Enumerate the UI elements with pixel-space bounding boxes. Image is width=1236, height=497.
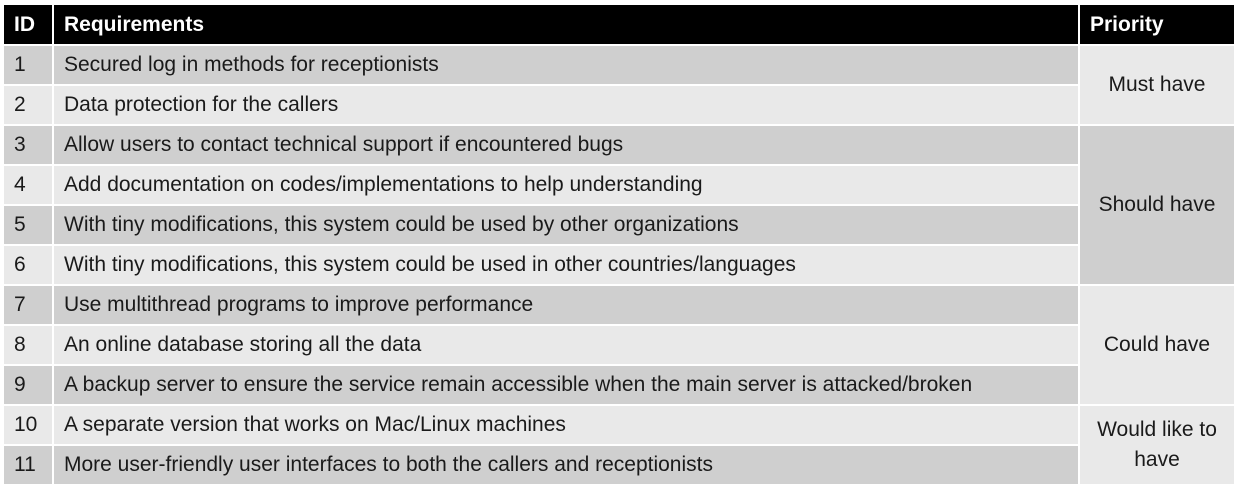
row-id: 1 — [2, 44, 54, 86]
row-id: 4 — [2, 164, 54, 206]
row-requirement: A separate version that works on Mac/Lin… — [52, 404, 1080, 446]
row-requirement: Add documentation on codes/implementatio… — [52, 164, 1080, 206]
table-row: 9 A backup server to ensure the service … — [2, 364, 1235, 406]
row-id: 10 — [2, 404, 54, 446]
header-priority: Priority — [1078, 3, 1236, 46]
table-row: 4 Add documentation on codes/implementat… — [2, 164, 1235, 206]
row-id: 11 — [2, 444, 54, 486]
table-row: 6 With tiny modifications, this system c… — [2, 244, 1235, 286]
priority-could-have: Could have — [1078, 284, 1236, 406]
row-requirement: Allow users to contact technical support… — [52, 124, 1080, 166]
priority-should-have: Should have — [1078, 124, 1236, 286]
row-id: 3 — [2, 124, 54, 166]
priority-must-have: Must have — [1078, 44, 1236, 126]
table-row: 8 An online database storing all the dat… — [2, 324, 1235, 366]
row-requirement: An online database storing all the data — [52, 324, 1080, 366]
row-id: 9 — [2, 364, 54, 406]
table-row: 2 Data protection for the callers — [2, 84, 1235, 126]
table-row: 1 Secured log in methods for receptionis… — [2, 44, 1236, 126]
priority-would-like-to-have: Would like to have — [1078, 404, 1236, 486]
row-id: 5 — [2, 204, 54, 246]
row-requirement: A backup server to ensure the service re… — [52, 364, 1080, 406]
row-id: 2 — [2, 84, 54, 126]
requirements-table-container: ID Requirements Priority 1 Secured log i… — [0, 0, 1236, 497]
header-requirements: Requirements — [52, 3, 1080, 46]
row-requirement: More user-friendly user interfaces to bo… — [52, 444, 1080, 486]
table-header-row: ID Requirements Priority — [2, 3, 1236, 46]
row-requirement: Use multithread programs to improve perf… — [52, 284, 1080, 326]
row-requirement: With tiny modifications, this system cou… — [52, 244, 1080, 286]
header-id: ID — [2, 3, 54, 46]
row-id: 6 — [2, 244, 54, 286]
table-row: 11 More user-friendly user interfaces to… — [2, 444, 1235, 486]
row-requirement: With tiny modifications, this system cou… — [52, 204, 1080, 246]
requirements-table: ID Requirements Priority 1 Secured log i… — [2, 3, 1236, 486]
row-id: 8 — [2, 324, 54, 366]
table-row: 10 A separate version that works on Mac/… — [2, 404, 1236, 486]
table-row: 3 Allow users to contact technical suppo… — [2, 124, 1236, 286]
table-row: 5 With tiny modifications, this system c… — [2, 204, 1235, 246]
table-row: 7 Use multithread programs to improve pe… — [2, 284, 1236, 406]
row-id: 7 — [2, 284, 54, 326]
row-requirement: Data protection for the callers — [52, 84, 1080, 126]
row-requirement: Secured log in methods for receptionists — [52, 44, 1080, 86]
